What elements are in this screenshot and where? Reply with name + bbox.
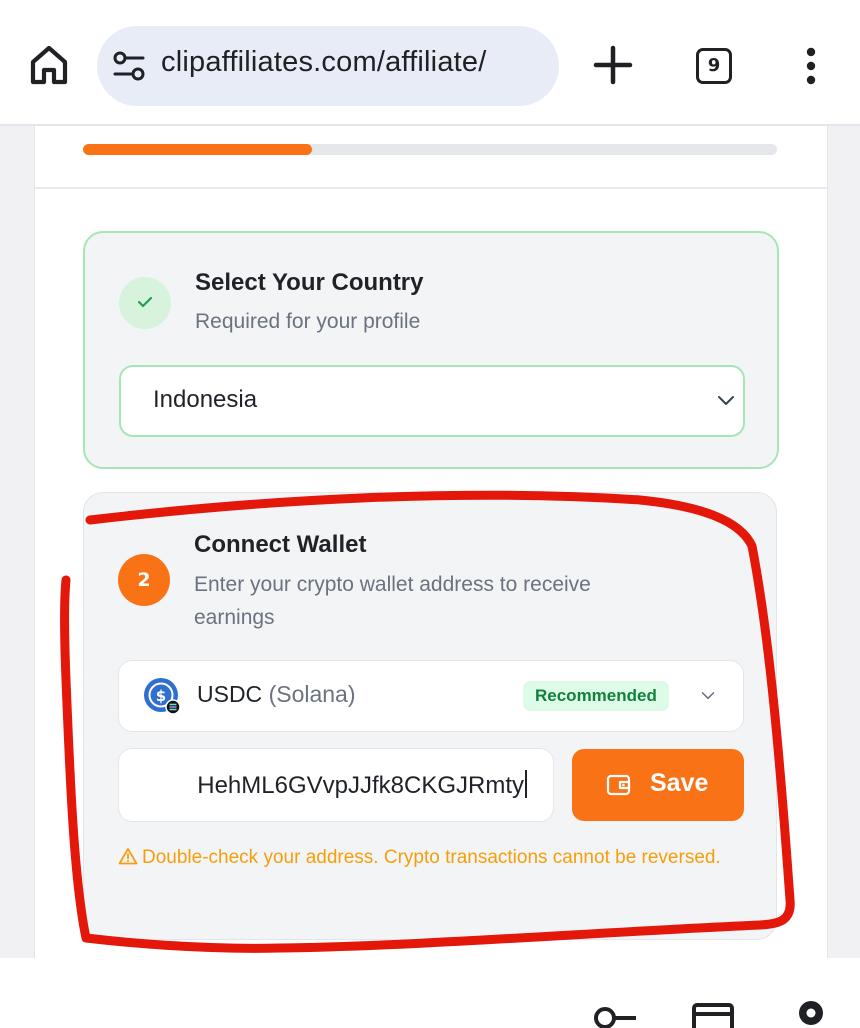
home-icon [30, 45, 68, 85]
browser-menu-button[interactable] [796, 46, 826, 86]
wallet-icon [606, 774, 631, 796]
address-bar[interactable]: clipaffiliates.com/affiliate/ [97, 26, 559, 106]
divider [35, 187, 827, 189]
token-select-value: USDC (Solana) [197, 681, 356, 708]
step-subtitle-line2: earnings [194, 606, 275, 629]
wallet-address-input[interactable]: HehML6GVvpJJfk8CKGJRmty [118, 748, 554, 822]
new-tab-button[interactable] [590, 42, 636, 88]
check-icon [137, 296, 153, 308]
step-title: Connect Wallet [194, 531, 367, 558]
text-caret [525, 770, 527, 798]
step-subtitle-line1: Enter your crypto wallet address to rece… [194, 573, 591, 596]
onboarding-card: Select Your Country Required for your pr… [34, 126, 828, 958]
chevron-down-icon [718, 396, 734, 405]
autofill-bar [0, 958, 860, 1028]
progress-fill [83, 144, 313, 155]
tab-switcher-button[interactable]: 9 [696, 48, 732, 84]
token-network: (Solana) [268, 681, 356, 707]
token-symbol: USDC [197, 681, 263, 707]
address-warning-text: Double-check your address. Crypto transa… [142, 847, 721, 868]
country-select[interactable]: Indonesia [119, 365, 745, 437]
address-warning: Double-check your address. Crypto transa… [118, 843, 738, 873]
home-button[interactable] [24, 40, 74, 90]
progress-bar [83, 144, 777, 155]
step-select-country: Select Your Country Required for your pr… [83, 231, 779, 469]
card-icon[interactable] [692, 1002, 734, 1028]
save-button[interactable]: Save [572, 749, 744, 821]
browser-toolbar: clipaffiliates.com/affiliate/ 9 [0, 0, 860, 126]
tune-icon[interactable] [111, 50, 147, 82]
key-icon[interactable] [592, 1002, 638, 1028]
plus-icon [593, 45, 633, 85]
svg-text:$: $ [156, 687, 166, 705]
step-connect-wallet: 2 Connect Wallet Enter your crypto walle… [83, 492, 777, 940]
step-number-badge: 2 [118, 554, 170, 606]
more-vert-icon [806, 47, 816, 85]
wallet-address-value: HehML6GVvpJJfk8CKGJRmty [197, 772, 524, 799]
location-icon[interactable] [796, 1000, 826, 1028]
country-select-value: Indonesia [153, 386, 258, 413]
step-subtitle: Required for your profile [195, 310, 421, 333]
chevron-down-icon [701, 692, 715, 700]
usdc-icon: $ [144, 678, 181, 715]
step-title: Select Your Country [195, 269, 424, 296]
recommended-badge: Recommended [523, 681, 669, 711]
url-text[interactable]: clipaffiliates.com/affiliate/ [161, 46, 487, 79]
warning-icon [118, 848, 138, 865]
save-button-label: Save [650, 769, 709, 797]
token-select[interactable]: $ USDC (Solana) Recommended [118, 660, 744, 732]
step-complete-badge [119, 277, 171, 329]
